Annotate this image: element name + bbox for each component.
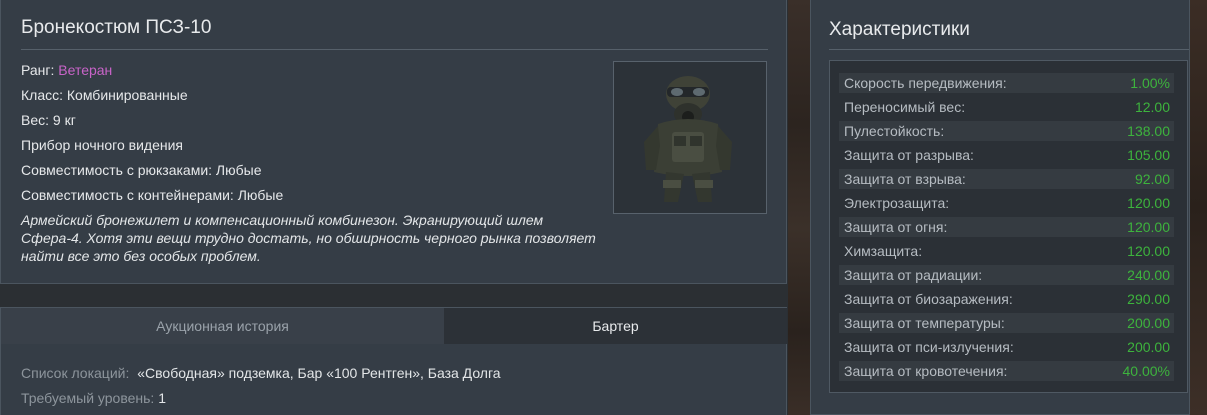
item-description: Армейский бронежилет и компенсационный к… bbox=[21, 212, 596, 264]
tab-barter[interactable]: Бартер bbox=[444, 308, 787, 344]
stat-row: Химзащита: 120.00 bbox=[839, 241, 1174, 261]
stat-name: Защита от температуры: bbox=[844, 315, 1005, 331]
stat-value: 200.00 bbox=[1127, 339, 1170, 355]
stat-name: Защита от радиации: bbox=[844, 267, 983, 283]
item-panel: Бронекостюм ПСЗ-10 Ранг: Ветеран Класс: … bbox=[0, 0, 787, 284]
stat-row: Защита от радиации: 240.00 bbox=[839, 265, 1174, 285]
stat-row: Электрозащита: 120.00 bbox=[839, 193, 1174, 213]
stat-row: Защита от огня: 120.00 bbox=[839, 217, 1174, 237]
stat-value: 290.00 bbox=[1127, 291, 1170, 307]
stat-row: Защита от температуры: 200.00 bbox=[839, 313, 1174, 333]
stat-row: Защита от пси-излучения: 200.00 bbox=[839, 337, 1174, 357]
rank-label: Ранг: bbox=[21, 62, 55, 78]
stat-name: Химзащита: bbox=[844, 243, 923, 259]
stat-name: Защита от биозаражения: bbox=[844, 291, 1013, 307]
item-container-compat: Совместимость с контейнерами: Любые bbox=[21, 187, 284, 203]
stat-row: Защита от разрыва: 105.00 bbox=[839, 145, 1174, 165]
stat-name: Пулестойкость: bbox=[844, 123, 945, 139]
item-rank: Ранг: Ветеран bbox=[21, 62, 112, 78]
rank-value: Ветеран bbox=[58, 62, 113, 78]
background-edge bbox=[1190, 0, 1207, 415]
stat-name: Защита от кровотечения: bbox=[844, 363, 1008, 379]
stat-name: Защита от разрыва: bbox=[844, 147, 974, 163]
item-feature: Прибор ночного видения bbox=[21, 137, 183, 153]
level-label: Требуемый уровень: bbox=[21, 390, 155, 406]
item-class: Класс: Комбинированные bbox=[21, 87, 188, 103]
stat-name: Электрозащита: bbox=[844, 195, 950, 211]
divider bbox=[21, 49, 768, 50]
stat-value: 12.00 bbox=[1134, 99, 1170, 115]
locations-value: «Свободная» подземка, Бар «100 Рентген»,… bbox=[137, 365, 501, 381]
stat-value: 120.00 bbox=[1127, 195, 1170, 211]
stat-value: 40.00% bbox=[1122, 363, 1170, 379]
item-backpack-compat: Совместимость с рюкзаками: Любые bbox=[21, 162, 262, 178]
stats-table: Скорость передвижения: 1.00% Переносимый… bbox=[829, 60, 1188, 393]
stat-row: Защита от взрыва: 92.00 bbox=[839, 169, 1174, 189]
stat-value: 1.00% bbox=[1130, 75, 1170, 91]
stats-title: Характеристики bbox=[829, 19, 970, 40]
stat-row: Защита от кровотечения: 40.00% bbox=[839, 361, 1174, 381]
level-line: Требуемый уровень: 1 bbox=[21, 390, 166, 406]
stat-value: 120.00 bbox=[1127, 243, 1170, 259]
stat-value: 92.00 bbox=[1134, 171, 1170, 187]
stat-row: Переносимый вес: 12.00 bbox=[839, 97, 1174, 117]
stat-name: Защита от взрыва: bbox=[844, 171, 966, 187]
stats-panel: Характеристики Скорость передвижения: 1.… bbox=[810, 0, 1190, 415]
item-title: Бронекостюм ПСЗ-10 bbox=[21, 17, 212, 38]
stat-name: Защита от пси-излучения: bbox=[844, 339, 1014, 355]
locations-line: Список локаций: «Свободная» подземка, Ба… bbox=[21, 365, 501, 381]
stat-row: Скорость передвижения: 1.00% bbox=[839, 73, 1174, 93]
stat-name: Скорость передвижения: bbox=[844, 75, 1007, 91]
item-image bbox=[613, 61, 767, 214]
stat-value: 138.00 bbox=[1127, 123, 1170, 139]
trade-panel: Аукционная история Бартер Список локаций… bbox=[0, 307, 787, 415]
stat-value: 120.00 bbox=[1127, 219, 1170, 235]
item-weight: Вес: 9 кг bbox=[21, 112, 76, 128]
stat-value: 240.00 bbox=[1127, 267, 1170, 283]
stat-name: Защита от огня: bbox=[844, 219, 948, 235]
tab-auction-history[interactable]: Аукционная история bbox=[1, 308, 444, 344]
stat-value: 105.00 bbox=[1127, 147, 1170, 163]
stat-value: 200.00 bbox=[1127, 315, 1170, 331]
locations-label: Список локаций: bbox=[21, 365, 130, 381]
stat-row: Пулестойкость: 138.00 bbox=[839, 121, 1174, 141]
stat-row: Защита от биозаражения: 290.00 bbox=[839, 289, 1174, 309]
stat-name: Переносимый вес: bbox=[844, 99, 966, 115]
level-value: 1 bbox=[158, 390, 167, 406]
armor-suit-icon bbox=[644, 76, 732, 202]
divider bbox=[829, 49, 1189, 50]
background-strip bbox=[788, 0, 810, 415]
